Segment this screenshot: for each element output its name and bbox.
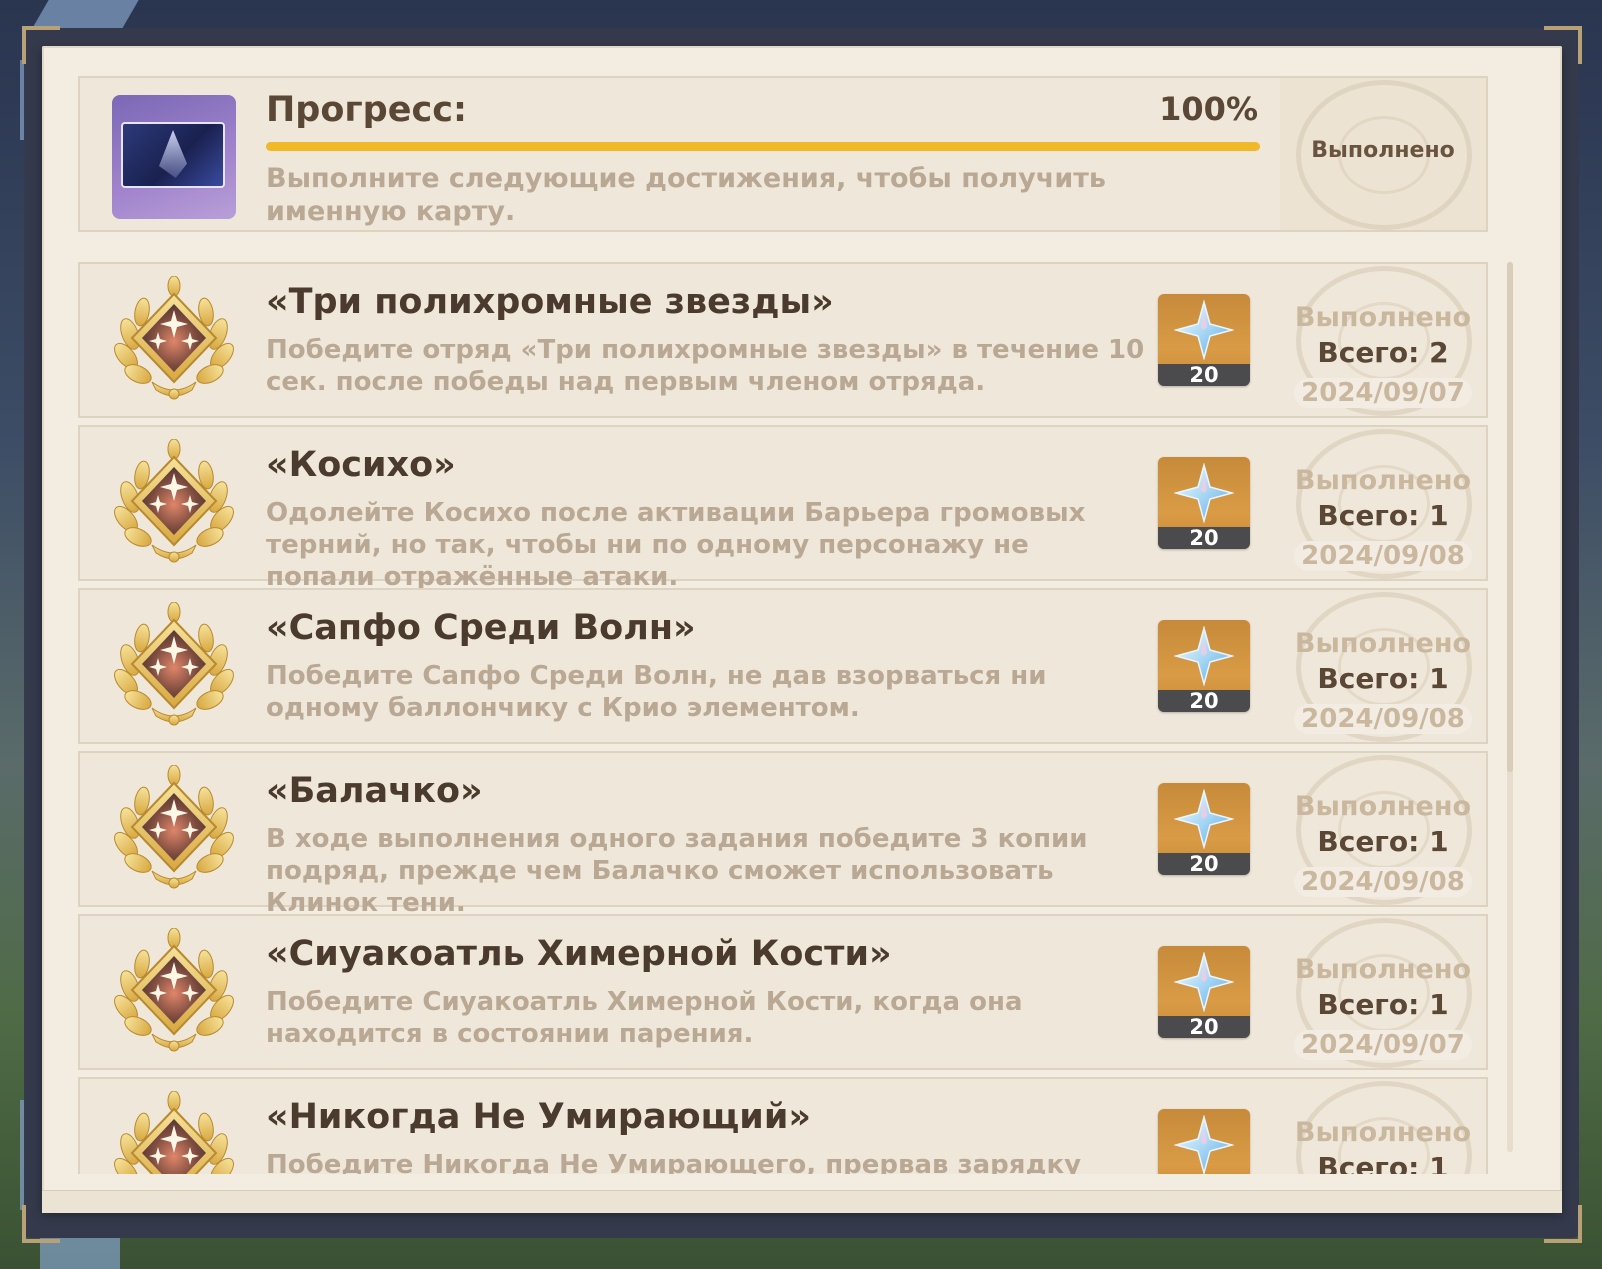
scrollbar[interactable]	[1507, 262, 1513, 1152]
reward-count: 20	[1158, 853, 1250, 875]
reward-item[interactable]: 20	[1158, 294, 1250, 386]
achievement-description: В ходе выполнения одного задания победит…	[266, 824, 1088, 918]
achievement-status: Выполнено Всего: 1	[1280, 1079, 1486, 1174]
status-total: Всего: 1	[1317, 988, 1449, 1021]
progress-title: Прогресс:	[266, 90, 467, 130]
achievement-medal-icon	[112, 764, 236, 893]
achievement-description: Победите Сапфо Среди Волн, не дав взорва…	[266, 661, 1047, 723]
status-label: Выполнено	[1294, 302, 1472, 333]
status-label: Выполнено	[1294, 465, 1472, 496]
achievement-title: «Три полихромные звезды»	[266, 282, 834, 322]
achievement-status: Выполнено Всего: 2 2024/09/07	[1280, 264, 1486, 416]
primogem-icon	[1173, 625, 1235, 687]
achievement-status: Выполнено Всего: 1 2024/09/08	[1280, 590, 1486, 742]
achievement-title: «Балачко»	[266, 771, 483, 811]
achievement-medal-icon	[112, 601, 236, 730]
achievement-row[interactable]: «Три полихромные звезды» Победите отряд «…	[78, 262, 1488, 418]
achievement-list[interactable]: «Три полихромные звезды» Победите отряд «…	[78, 262, 1488, 1174]
reward-count: 20	[1158, 527, 1250, 549]
header-status-label: Выполнено	[1311, 138, 1455, 163]
achievement-title: «Никогда Не Умирающий»	[266, 1097, 811, 1137]
reward-count: 20	[1158, 364, 1250, 386]
progress-bar-fill	[266, 142, 1260, 151]
completion-date: 2024/09/08	[1294, 867, 1472, 897]
reward-item[interactable]: 20	[1158, 1109, 1250, 1174]
achievement-title: «Сапфо Среди Волн»	[266, 608, 696, 648]
achievement-medal-icon	[112, 927, 236, 1056]
completion-date: 2024/09/07	[1294, 378, 1472, 408]
achievement-medal-icon	[112, 438, 236, 567]
achievement-status: Выполнено Всего: 1 2024/09/07	[1280, 916, 1486, 1068]
status-label: Выполнено	[1294, 791, 1472, 822]
achievement-medal-icon	[112, 1090, 236, 1174]
status-label: Выполнено	[1294, 628, 1472, 659]
reward-item[interactable]: 20	[1158, 783, 1250, 875]
header-status-panel: Выполнено	[1280, 78, 1486, 230]
status-label: Выполнено	[1294, 954, 1472, 985]
progress-percent: 100%	[1159, 90, 1258, 128]
reward-item[interactable]: 20	[1158, 620, 1250, 712]
progress-description: Выполните следующие достижения, чтобы по…	[266, 163, 1106, 227]
completion-date: 2024/09/08	[1294, 704, 1472, 734]
primogem-icon	[1173, 951, 1235, 1013]
primogem-icon	[1173, 299, 1235, 361]
scrollbar-thumb[interactable]	[1507, 262, 1513, 772]
achievement-status: Выполнено Всего: 1 2024/09/08	[1280, 427, 1486, 579]
achievement-row[interactable]: «Балачко» В ходе выполнения одного задани…	[78, 751, 1488, 918]
achievement-row[interactable]: «Сапфо Среди Волн» Победите Сапфо Среди В…	[78, 588, 1488, 744]
status-total: Всего: 1	[1317, 499, 1449, 532]
namecard-icon	[112, 95, 236, 219]
achievement-description: Одолейте Косихо после активации Барьера …	[266, 498, 1086, 592]
achievement-title: «Косихо»	[266, 445, 456, 485]
progress-bar	[266, 142, 1260, 151]
primogem-icon	[1173, 1114, 1235, 1174]
completion-date: 2024/09/08	[1294, 541, 1472, 571]
achievement-description: Победите Сиуакоатль Химерной Кости, когд…	[266, 987, 1023, 1049]
status-label: Выполнено	[1294, 1117, 1472, 1148]
achievement-description: Победите Никогда Не Умирающего, прервав …	[266, 1150, 1082, 1174]
reward-item[interactable]: 20	[1158, 457, 1250, 549]
status-total: Всего: 1	[1317, 662, 1449, 695]
status-total: Всего: 1	[1317, 1151, 1449, 1174]
reward-count: 20	[1158, 690, 1250, 712]
primogem-icon	[1173, 462, 1235, 524]
status-total: Всего: 1	[1317, 825, 1449, 858]
reward-count: 20	[1158, 1016, 1250, 1038]
panel-bottom-edge	[42, 1190, 1562, 1213]
namecard-progress-card: Прогресс: 100% Выполните следующие дости…	[78, 76, 1488, 232]
achievement-medal-icon	[112, 275, 236, 404]
achievement-title: «Сиуакоатль Химерной Кости»	[266, 934, 892, 974]
primogem-icon	[1173, 788, 1235, 850]
achievement-description: Победите отряд «Три полихромные звезды» …	[266, 335, 1145, 397]
achievement-panel: Прогресс: 100% Выполните следующие дости…	[42, 46, 1562, 1211]
status-total: Всего: 2	[1317, 336, 1449, 369]
achievement-row[interactable]: «Сиуакоатль Химерной Кости» Победите Сиуа…	[78, 914, 1488, 1070]
achievement-row[interactable]: «Косихо» Одолейте Косихо после активации …	[78, 425, 1488, 592]
completion-date: 2024/09/07	[1294, 1030, 1472, 1060]
reward-item[interactable]: 20	[1158, 946, 1250, 1038]
achievement-row[interactable]: «Никогда Не Умирающий» Победите Никогда Н…	[78, 1077, 1488, 1174]
achievement-status: Выполнено Всего: 1 2024/09/08	[1280, 753, 1486, 905]
